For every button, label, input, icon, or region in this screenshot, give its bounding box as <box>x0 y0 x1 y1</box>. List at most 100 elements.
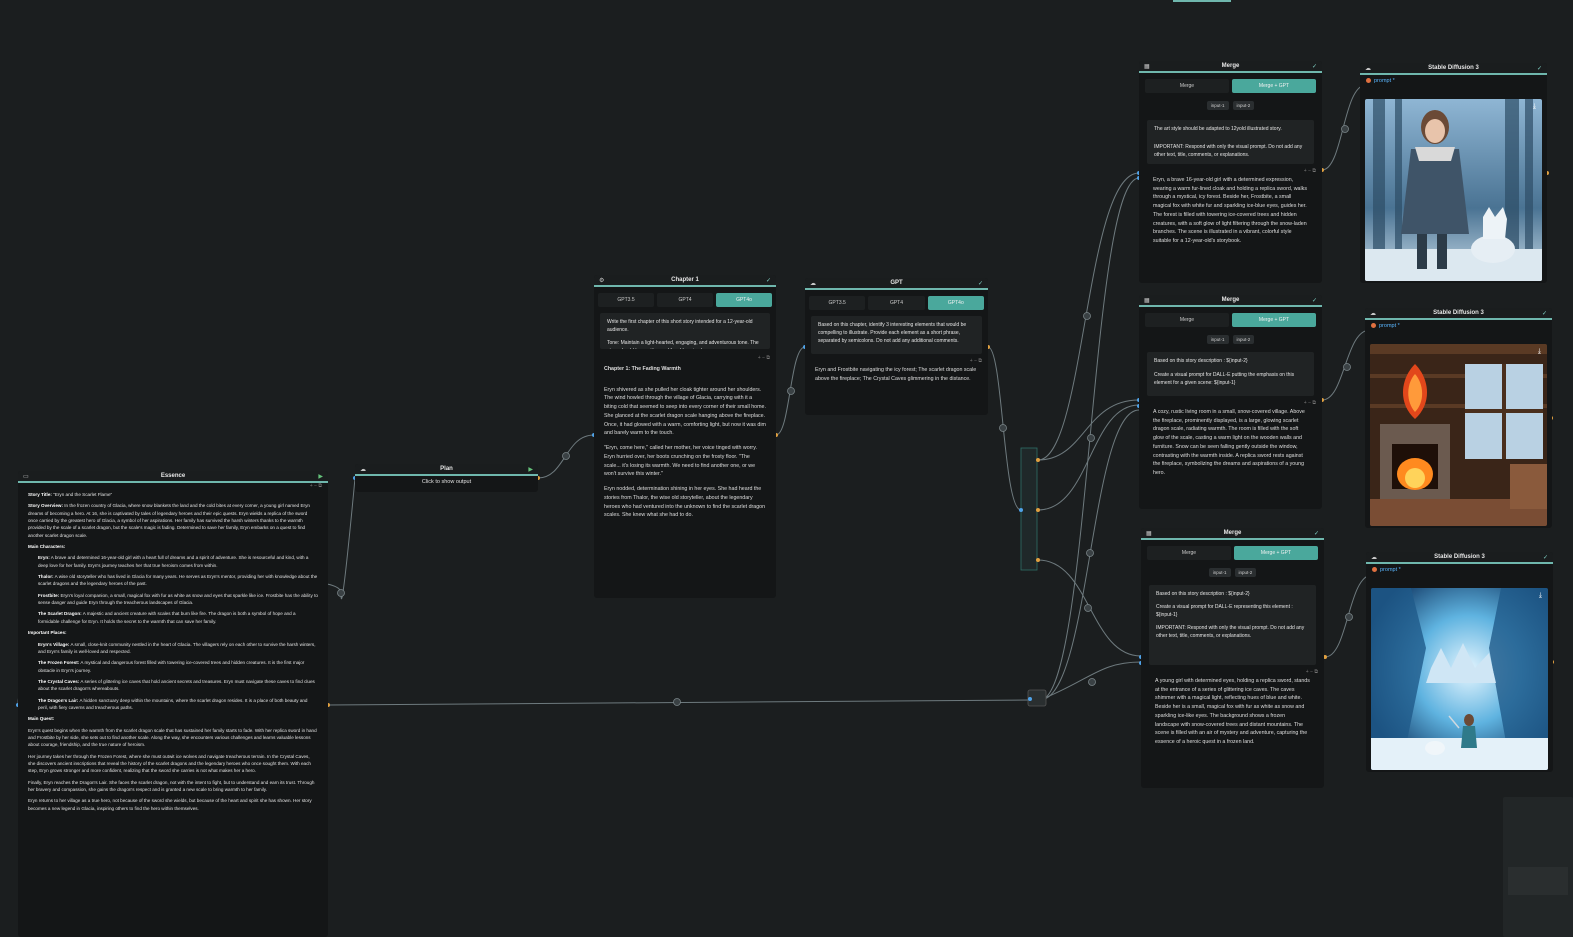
place-name: The Crystal Caves: <box>38 678 80 684</box>
label: Main Characters: <box>28 544 66 550</box>
gear-icon: ⚙ <box>599 277 605 284</box>
tab-gpt4[interactable]: GPT4 <box>868 296 925 310</box>
input-pill[interactable]: input-2 <box>1234 568 1257 577</box>
merge-output: A cozy, rustic living room in a small, s… <box>1139 408 1322 498</box>
prompt-port[interactable]: prompt * <box>1360 75 1547 87</box>
cloud-icon: ☁ <box>810 280 816 287</box>
char-text: A wise old storyteller who has lived in … <box>38 574 318 587</box>
prompt-editor[interactable]: Write the first chapter of this short st… <box>600 313 770 349</box>
place-text: A small, close-knit community nestled in… <box>38 641 316 654</box>
node-controls[interactable]: + − ⧉ <box>1141 669 1324 677</box>
prompt-editor[interactable]: The art style should be adapted to 12yol… <box>1147 120 1314 164</box>
node-controls[interactable]: + − ⧉ <box>594 355 776 363</box>
minimap-viewport[interactable] <box>1508 867 1568 895</box>
input-pill[interactable]: input-2 <box>1232 335 1255 344</box>
node-canvas[interactable]: ▭ Essence ▶ + − ⧉ Story Title: "Eryn and t… <box>0 0 1573 937</box>
node-title: Merge <box>1223 530 1242 536</box>
minimap[interactable] <box>1503 797 1573 937</box>
node-title: Stable Diffusion 3 <box>1433 310 1484 316</box>
place-name: Eryn's Village: <box>38 641 70 647</box>
prompt-text: Create a visual prompt for DALL-E puttin… <box>1154 372 1295 386</box>
input-pill[interactable]: input-1 <box>1206 101 1229 110</box>
merge-node-3[interactable]: ▦ Merge ✓ Merge Merge + GPT input-1 input-2… <box>1141 528 1324 788</box>
output-text: A young girl with determined eyes, holdi… <box>1155 678 1310 746</box>
chapter-output: Chapter 1: The Fading Warmth Eryn shiver… <box>594 363 776 583</box>
node-controls[interactable]: + − ⧉ <box>18 483 328 491</box>
tab-gpt4o[interactable]: GPT4o <box>927 296 984 310</box>
generated-image-cave[interactable]: ⤓ <box>1371 588 1548 770</box>
tab-gpt4[interactable]: GPT4 <box>657 293 713 307</box>
story-title: "Eryn and the Scarlet Flame" <box>53 492 113 497</box>
quest-paragraph: Eryn's quest begins when the warmth from… <box>28 727 317 748</box>
gpt-output: Eryn and Frostbite navigating the icy fo… <box>805 366 988 391</box>
prompt-editor[interactable]: Based on this chapter, identify 3 intere… <box>811 316 982 354</box>
quest-paragraph: Eryn returns to her village as a true he… <box>28 798 312 811</box>
node-controls[interactable]: + − ⧉ <box>805 358 988 366</box>
label: Main Quest: <box>28 716 55 722</box>
tab-merge[interactable]: Merge <box>1147 546 1231 560</box>
input-pill[interactable]: input-2 <box>1232 101 1255 110</box>
tab-merge-gpt[interactable]: Merge + GPT <box>1232 313 1316 327</box>
tab-gpt35[interactable]: GPT3.5 <box>809 296 866 310</box>
check-icon: ✓ <box>977 280 983 287</box>
cloud-icon: ☁ <box>1371 554 1377 561</box>
prompt-text: Based on this chapter, identify 3 intere… <box>818 322 967 344</box>
cloud-icon: ☁ <box>1365 65 1371 72</box>
generated-image-fireplace[interactable]: ⤓ <box>1370 344 1547 526</box>
output-text: Eryn and Frostbite navigating the icy fo… <box>815 367 977 382</box>
merge-output: A young girl with determined eyes, holdi… <box>1141 677 1324 777</box>
generated-image-forest[interactable]: ⤓ <box>1365 99 1542 281</box>
node-title: Chapter 1 <box>671 277 699 283</box>
download-icon[interactable]: ⤓ <box>1539 592 1542 600</box>
prompt-port[interactable]: prompt * <box>1365 320 1552 332</box>
port-dot <box>1371 323 1376 329</box>
cloud-icon: ☁ <box>360 466 366 473</box>
merge-node-2[interactable]: ▦ Merge ✓ Merge Merge + GPT input-1 input-2… <box>1139 295 1322 509</box>
prompt-editor[interactable]: Based on this story description : ${inpu… <box>1147 352 1314 396</box>
sd-node-2[interactable]: ☁ Stable Diffusion 3 ✓ prompt * ⤓ <box>1365 308 1552 528</box>
gpt-node[interactable]: ☁ GPT ✓ GPT3.5 GPT4 GPT4o Based on this ch… <box>805 278 988 415</box>
tab-merge[interactable]: Merge <box>1145 313 1229 327</box>
node-title: Stable Diffusion 3 <box>1428 65 1479 71</box>
essence-node[interactable]: ▭ Essence ▶ + − ⧉ Story Title: "Eryn and t… <box>18 471 328 937</box>
port-dot <box>1366 78 1371 84</box>
plan-node[interactable]: ☁ Plan ▶ Click to show output <box>355 464 538 492</box>
run-icon[interactable]: ▶ <box>523 466 533 473</box>
merge-node-1[interactable]: ▦ Merge ✓ Merge Merge + GPT input-1 input-2… <box>1139 61 1322 283</box>
char-name: Frostbite: <box>38 592 60 598</box>
tab-gpt35[interactable]: GPT3.5 <box>598 293 654 307</box>
cloud-icon: ☁ <box>1370 310 1376 317</box>
prompt-port[interactable]: prompt * <box>1366 564 1553 576</box>
tab-merge-gpt[interactable]: Merge + GPT <box>1232 79 1316 93</box>
run-icon[interactable]: ▶ <box>313 473 323 480</box>
place-text: A series of glittering ice caves that ho… <box>38 678 315 692</box>
char-text: Eryn's loyal companion, a small, magical… <box>38 592 318 606</box>
input-pill[interactable]: input-1 <box>1208 568 1231 577</box>
node-title: GPT <box>890 280 903 286</box>
char-name: Thalor: <box>38 574 54 580</box>
label: Story Overview: <box>28 503 63 509</box>
tab-merge[interactable]: Merge <box>1145 79 1229 93</box>
char-text: A brave and determined 16-year-old girl … <box>38 555 309 568</box>
input-pill[interactable]: input-1 <box>1206 335 1229 344</box>
sd-node-1[interactable]: ☁ Stable Diffusion 3 ✓ prompt * ⤓ <box>1360 63 1547 283</box>
prompt-editor[interactable]: Based on this story description : ${inpu… <box>1149 585 1316 665</box>
place-text: A hidden sanctuary deep within the mount… <box>38 697 308 710</box>
output-paragraph: Eryn nodded, determination shining in he… <box>604 486 766 519</box>
prompt-text: Create a visual prompt for DALL-E repres… <box>1156 604 1293 618</box>
chapter-node[interactable]: ⚙ Chapter 1 ✓ GPT3.5 GPT4 GPT4o Write the … <box>594 275 776 598</box>
node-controls[interactable]: + − ⧉ <box>1139 168 1322 176</box>
node-controls[interactable]: + − ⧉ <box>1139 400 1322 408</box>
show-output-button[interactable]: Click to show output <box>355 476 538 488</box>
prompt-text: IMPORTANT: Respond with only the visual … <box>1154 144 1303 158</box>
char-name: Eryn: <box>38 555 50 561</box>
tab-merge-gpt[interactable]: Merge + GPT <box>1234 546 1318 560</box>
tab-gpt4o[interactable]: GPT4o <box>716 293 772 307</box>
download-icon[interactable]: ⤓ <box>1533 103 1536 111</box>
sd-node-3[interactable]: ☁ Stable Diffusion 3 ✓ prompt * ⤓ <box>1366 552 1553 772</box>
char-name: The Scarlet Dragon: <box>38 611 82 617</box>
output-text: Eryn, a brave 16-year-old girl with a de… <box>1153 177 1307 245</box>
check-icon: ✓ <box>765 277 771 284</box>
required-mark: * <box>1397 323 1400 329</box>
download-icon[interactable]: ⤓ <box>1538 348 1541 356</box>
